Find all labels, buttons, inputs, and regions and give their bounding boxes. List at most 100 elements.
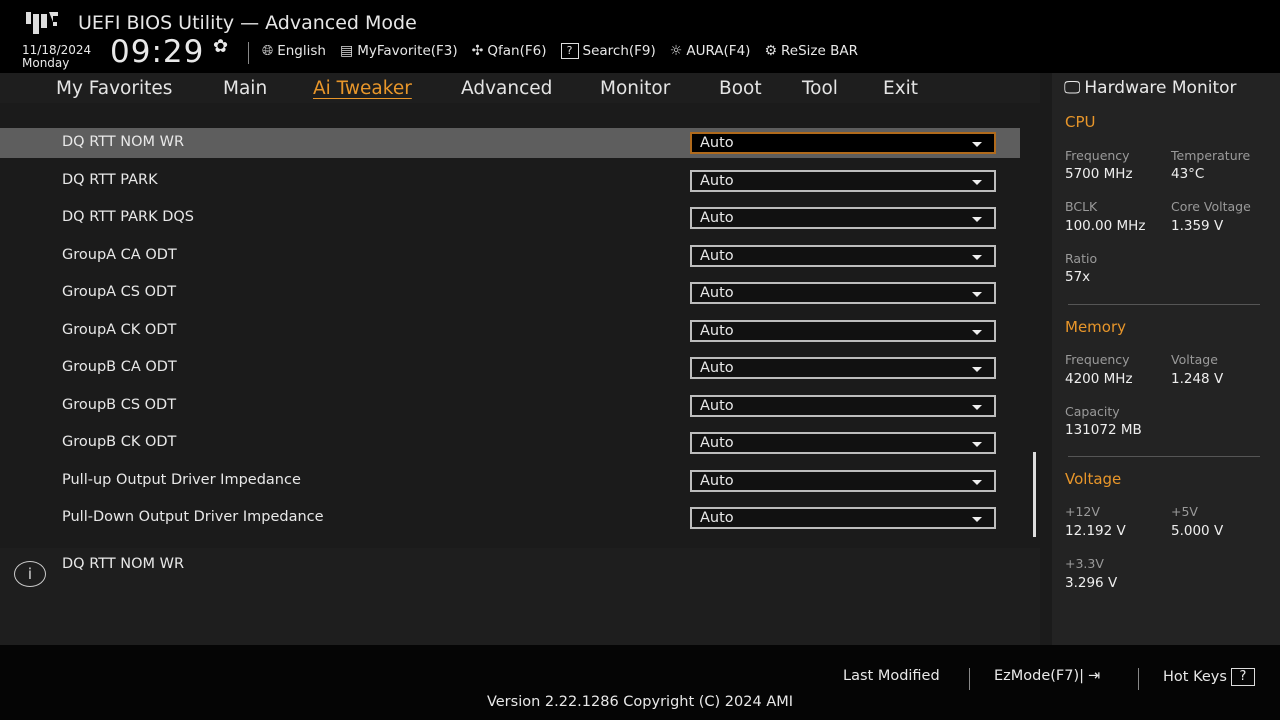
setting-dropdown[interactable]: Auto <box>690 319 996 342</box>
setting-row[interactable]: DQ RTT NOM WR Auto <box>0 128 1020 158</box>
setting-dropdown[interactable]: Auto <box>690 207 996 229</box>
setting-row[interactable]: DQ RTT PARK DQS Auto <box>0 203 1020 233</box>
tab-advanced[interactable]: Advanced <box>461 78 552 99</box>
toolbar-english[interactable]: 🌐︎ English <box>262 43 326 59</box>
hot-keys-label: Hot Keys <box>1163 669 1227 685</box>
capacity: 131072 MB <box>1065 422 1142 438</box>
setting-label: DQ RTT PARK DQS <box>62 209 194 225</box>
hot-keys-button[interactable]: Hot Keys? <box>1163 668 1255 686</box>
dropdown-value: Auto <box>700 172 734 189</box>
dropdown-value: Auto <box>700 322 734 339</box>
last-modified-label: Last Modified <box>843 668 940 684</box>
setting-row[interactable]: Pull-Down Output Driver Impedance Auto <box>0 503 1020 533</box>
v5-label: +5V <box>1171 504 1198 519</box>
dropdown-value: Auto <box>700 285 734 301</box>
tab-monitor[interactable]: Monitor <box>600 78 670 99</box>
setting-row[interactable]: GroupA CK ODT Auto <box>0 316 1020 346</box>
setting-row[interactable]: GroupA CA ODT Auto <box>0 241 1020 271</box>
setting-dropdown[interactable]: Auto <box>690 169 996 192</box>
setting-dropdown[interactable]: Auto <box>690 432 996 454</box>
setting-row[interactable]: GroupB CS ODT Auto <box>0 391 1020 421</box>
setting-dropdown[interactable]: Auto <box>690 282 996 304</box>
dropdown-value: Auto <box>700 360 734 376</box>
cpu-temperature-label: Temperature <box>1171 148 1251 163</box>
cpu-temperature: 43°C <box>1171 166 1205 182</box>
chevron-down-icon <box>972 479 982 485</box>
monitor-icon: 🖵︎ <box>1064 78 1081 98</box>
setting-dropdown[interactable]: Auto <box>690 244 996 267</box>
mem-voltage-label: Voltage <box>1171 352 1218 367</box>
info-text: DQ RTT NOM WR <box>62 556 185 572</box>
hardware-monitor-label: Hardware Monitor <box>1084 78 1237 98</box>
last-modified-button[interactable]: Last Modified <box>843 668 940 684</box>
setting-label: GroupB CS ODT <box>62 396 177 413</box>
partial-row <box>0 103 1020 106</box>
setting-row[interactable]: DQ RTT PARK Auto <box>0 166 1020 196</box>
chevron-down-icon <box>972 254 982 260</box>
ezmode-label: EzMode(F7)| <box>994 668 1085 684</box>
dropdown-value: Auto <box>700 435 734 451</box>
tab-ai-tweaker[interactable]: Ai Tweaker <box>313 78 412 99</box>
ezmode-button[interactable]: EzMode(F7)| ⇥ <box>994 668 1100 684</box>
setting-row[interactable]: GroupB CA ODT Auto <box>0 353 1020 383</box>
chevron-down-icon <box>972 179 982 185</box>
setting-label: Pull-Down Output Driver Impedance <box>62 509 324 525</box>
setting-row[interactable]: GroupB CK ODT Auto <box>0 428 1020 458</box>
divider <box>248 42 249 64</box>
setting-dropdown[interactable]: Auto <box>690 357 996 379</box>
v33-label: +3.3V <box>1065 556 1104 571</box>
dropdown-value: Auto <box>700 472 734 489</box>
toolbar-qfan-f6[interactable]: ✣ Qfan(F6) <box>472 43 547 59</box>
ratio-label: Ratio <box>1065 251 1098 266</box>
setting-dropdown[interactable]: Auto <box>690 132 996 154</box>
resize-bar-icon: ⚙ <box>764 43 777 59</box>
chevron-down-icon <box>972 404 982 410</box>
v5: 5.000 V <box>1171 523 1224 539</box>
fan-icon: ✣ <box>471 43 484 59</box>
setting-row[interactable]: Pull-up Output Driver Impedance Auto <box>0 466 1020 496</box>
setting-dropdown[interactable]: Auto <box>690 507 996 529</box>
cpu-heading: CPU <box>1065 113 1096 131</box>
exit-arrow-icon: ⇥ <box>1088 668 1101 684</box>
bclk-label: BCLK <box>1065 199 1098 214</box>
question-icon: ? <box>1230 668 1255 686</box>
setting-label: DQ RTT NOM WR <box>62 134 185 150</box>
tab-my-favorites[interactable]: My Favorites <box>56 78 172 99</box>
tab-exit[interactable]: Exit <box>883 78 918 99</box>
toolbar-search-f9[interactable]: ? Search(F9) <box>560 43 656 59</box>
toolbar: 🌐︎ English ▤ MyFavorite(F3) ✣ Qfan(F6) ? Search… <box>262 43 858 59</box>
setting-dropdown[interactable]: Auto <box>690 394 996 417</box>
setting-dropdown[interactable]: Auto <box>690 469 996 492</box>
setting-label: GroupA CS ODT <box>62 284 177 300</box>
divider <box>1068 456 1260 457</box>
tab-tool[interactable]: Tool <box>802 78 838 99</box>
scrollbar[interactable] <box>1033 452 1036 537</box>
date-display: 11/18/2024 Monday <box>22 44 91 70</box>
settings-list: DQ RTT NOM WR Auto DQ RTT PARK Auto DQ RTT P… <box>0 103 1040 540</box>
divider <box>1138 668 1139 690</box>
capacity-label: Capacity <box>1065 404 1120 419</box>
toolbar-myfavorite-f3[interactable]: ▤ MyFavorite(F3) <box>340 43 458 59</box>
version-text: Version 2.22.1286 Copyright (C) 2024 AMI <box>486 694 794 710</box>
dropdown-value: Auto <box>700 210 734 226</box>
toolbar-aura-f4[interactable]: ☼ AURA(F4) <box>670 43 751 59</box>
cpu-frequency: 5700 MHz <box>1065 166 1133 182</box>
tuf-logo <box>26 12 58 34</box>
toolbar-label: Search(F9) <box>582 43 656 59</box>
voltage-heading: Voltage <box>1065 470 1122 488</box>
chevron-down-icon <box>972 217 982 222</box>
favorite-list-icon: ▤ <box>339 43 354 59</box>
setting-row[interactable]: GroupA CS ODT Auto <box>0 278 1020 308</box>
v12: 12.192 V <box>1065 523 1126 539</box>
toolbar-resize-bar[interactable]: ⚙ ReSize BAR <box>764 43 858 59</box>
settings-gear-icon[interactable]: ✿ <box>213 36 228 57</box>
toolbar-label: English <box>277 43 326 59</box>
dropdown-value: Auto <box>700 510 734 526</box>
toolbar-label: AURA(F4) <box>686 43 751 59</box>
core-voltage: 1.359 V <box>1171 218 1224 234</box>
day: Monday <box>22 56 70 70</box>
tab-boot[interactable]: Boot <box>719 78 762 99</box>
toolbar-label: ReSize BAR <box>781 43 858 59</box>
chevron-down-icon <box>972 367 982 372</box>
tab-main[interactable]: Main <box>223 78 267 99</box>
